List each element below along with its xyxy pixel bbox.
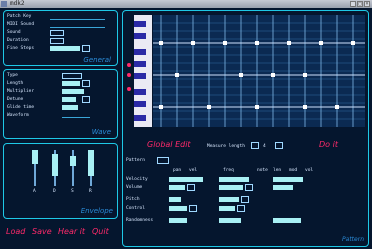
panel-title: Pattern <box>342 236 364 243</box>
velocity-slider[interactable] <box>169 177 203 182</box>
field-label: Multiplier <box>7 89 35 94</box>
do-it-button[interactable]: Do it <box>319 140 338 149</box>
param-header: note <box>257 168 268 173</box>
env-slider-s[interactable] <box>70 150 76 186</box>
env-slider-a[interactable] <box>32 150 38 186</box>
maximize-icon[interactable]: □ <box>357 1 363 7</box>
param-label: Control <box>126 206 145 211</box>
volume-slider-2[interactable] <box>219 185 243 190</box>
control-value-2[interactable] <box>237 205 245 212</box>
param-header: pan <box>173 168 182 173</box>
minimize-icon[interactable]: _ <box>350 1 356 7</box>
measure-length-label: Measure length <box>207 144 245 149</box>
wave-panel: Type Length Multiplier Detune Glide time… <box>3 69 118 139</box>
general-panel: Patch Key MIDI Sound Sound Duration Fine… <box>3 10 118 66</box>
control-value[interactable] <box>189 205 197 212</box>
randomness-slider-2[interactable] <box>219 218 241 223</box>
param-header: vel <box>189 168 198 173</box>
fine-steps-slider[interactable] <box>50 46 80 51</box>
wave-type-select[interactable] <box>62 73 82 79</box>
param-label: Randomness <box>126 218 154 223</box>
field-label: Detune <box>7 97 24 102</box>
velocity-slider-3[interactable] <box>273 177 303 182</box>
param-label: Velocity <box>126 177 148 182</box>
pitch-value[interactable] <box>241 196 249 203</box>
pattern-panel: Global Edit Measure length 4 Do it Patte… <box>122 10 369 247</box>
randomness-slider-3[interactable] <box>273 218 301 223</box>
measure-value: 4 <box>263 144 266 149</box>
field-label: Length <box>7 81 24 86</box>
volume-value-2[interactable] <box>245 184 253 191</box>
waveform-underline <box>62 117 90 118</box>
close-icon[interactable]: × <box>364 1 370 7</box>
field-label: MIDI Sound <box>7 22 35 27</box>
control-slider[interactable] <box>169 206 187 211</box>
pitch-slider[interactable] <box>169 197 181 202</box>
piano-keys[interactable] <box>134 15 152 127</box>
glide-slider[interactable] <box>62 105 78 110</box>
marker-dot <box>127 73 131 77</box>
param-label: Pitch <box>126 197 140 202</box>
volume-slider-3[interactable] <box>273 185 293 190</box>
measure-inc-button[interactable] <box>275 142 283 149</box>
param-header: len <box>273 168 282 173</box>
panel-title: General <box>83 56 111 64</box>
duration-input[interactable] <box>50 38 64 44</box>
envelope-panel: A D S R Envelope <box>3 143 118 219</box>
panel-title: Wave <box>91 128 111 136</box>
sound-input[interactable] <box>50 30 64 36</box>
hear-it-button[interactable]: Hear it <box>58 227 85 236</box>
env-slider-d[interactable] <box>52 150 58 186</box>
pattern-select[interactable] <box>157 157 169 164</box>
load-button[interactable]: Load <box>6 227 25 236</box>
length-slider[interactable] <box>62 81 80 86</box>
marker-dot <box>127 87 131 91</box>
field-label: Sound <box>7 30 21 35</box>
env-label: D <box>53 189 56 194</box>
field-label: Patch Key <box>7 14 32 19</box>
panel-title: Envelope <box>80 207 113 215</box>
volume-value[interactable] <box>187 184 195 191</box>
detune-value[interactable] <box>82 96 90 103</box>
global-edit-button[interactable]: Global Edit <box>147 140 191 149</box>
field-label: Duration <box>7 38 29 43</box>
env-label: A <box>33 189 36 194</box>
multiplier-slider[interactable] <box>62 89 84 94</box>
param-header: vol <box>305 168 314 173</box>
field-label: Waveform <box>7 113 29 118</box>
marker-dot <box>127 63 131 67</box>
app-window: mdk2 _ □ × Patch Key MIDI Sound Sound Du… <box>0 0 372 249</box>
randomness-slider[interactable] <box>169 218 187 223</box>
param-header: mod <box>289 168 298 173</box>
title-bar: mdk2 _ □ × <box>0 0 372 8</box>
control-slider-2[interactable] <box>219 206 235 211</box>
field-label: Fine Steps <box>7 46 35 51</box>
detune-slider[interactable] <box>62 97 76 102</box>
save-button[interactable]: Save <box>32 227 52 236</box>
quit-button[interactable]: Quit <box>92 227 109 236</box>
env-label: R <box>89 189 92 194</box>
velocity-slider-2[interactable] <box>219 177 249 182</box>
field-label: Type <box>7 73 18 78</box>
field-underline <box>50 19 105 20</box>
env-slider-r[interactable] <box>88 150 94 186</box>
fine-steps-value[interactable] <box>82 45 90 52</box>
window-title: mdk2 <box>10 0 25 7</box>
param-label: Volume <box>126 185 143 190</box>
param-header: freq <box>223 168 234 173</box>
pattern-label: Pattern <box>126 158 145 163</box>
app-icon <box>1 1 7 7</box>
pattern-grid[interactable] <box>153 15 365 127</box>
length-value[interactable] <box>82 80 90 87</box>
volume-slider[interactable] <box>169 185 185 190</box>
env-label: S <box>71 189 74 194</box>
measure-dec-button[interactable] <box>251 142 259 149</box>
pitch-slider-2[interactable] <box>219 197 239 202</box>
field-underline <box>50 27 105 28</box>
field-label: Glide time <box>7 105 35 110</box>
